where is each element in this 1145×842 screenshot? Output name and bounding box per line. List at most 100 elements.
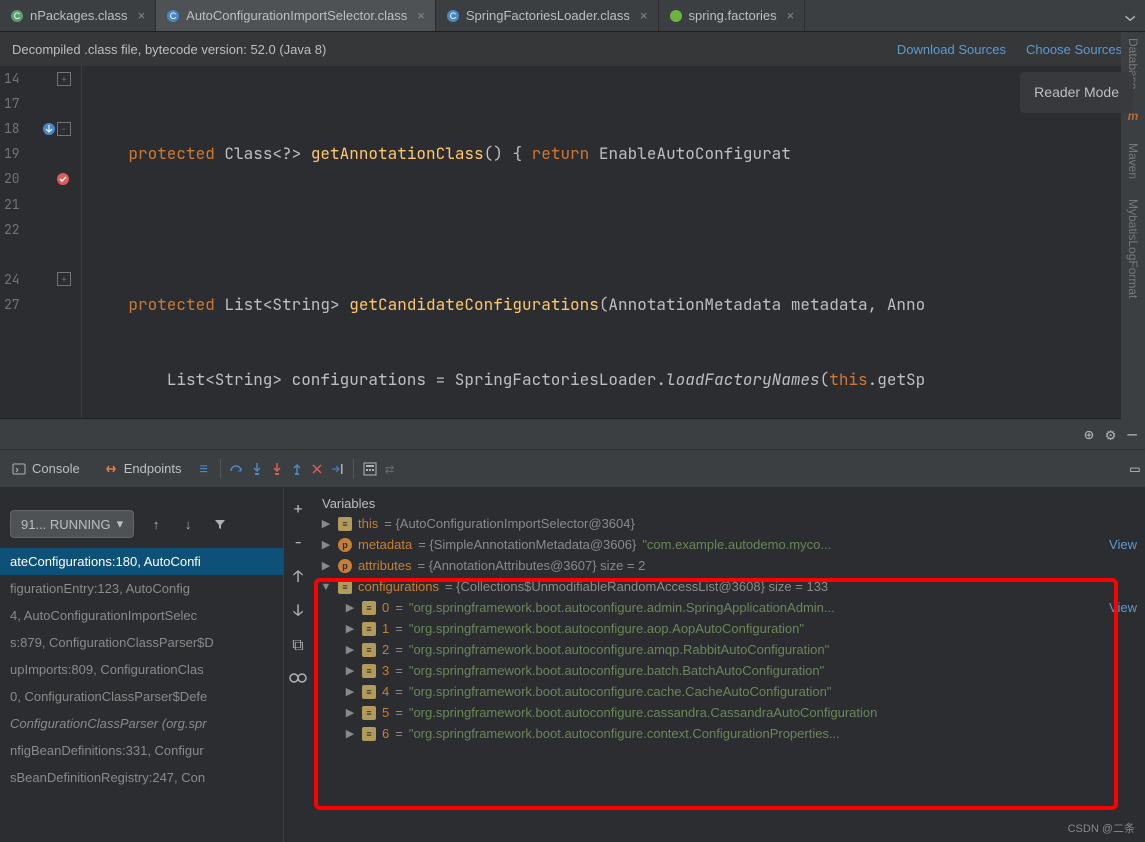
drop-frame-icon[interactable]	[307, 459, 327, 479]
evaluate-icon[interactable]	[360, 459, 380, 479]
var-name: this	[358, 516, 378, 531]
frame-row[interactable]: 4, AutoConfigurationImportSelec	[0, 602, 283, 629]
tab-label: spring.factories	[689, 8, 777, 23]
frame-row[interactable]: nfigBeanDefinitions:331, Configur	[0, 737, 283, 764]
trace-icon[interactable]: ⇄	[380, 459, 400, 479]
tab-factories-file[interactable]: spring.factories ×	[659, 0, 806, 31]
choose-sources-link[interactable]: Choose Sources...	[1026, 42, 1133, 57]
run-to-cursor-icon[interactable]	[327, 459, 347, 479]
close-icon[interactable]: ×	[417, 8, 425, 23]
tab-label: Endpoints	[124, 461, 182, 476]
expand-icon[interactable]: ▶	[344, 622, 356, 635]
object-icon: ≡	[362, 643, 376, 657]
var-name: metadata	[358, 537, 412, 552]
debug-window-actions: ⊕ ⚙ —	[0, 418, 1145, 450]
expand-icon[interactable]: ▶	[344, 727, 356, 740]
frame-prev-icon[interactable]: ↑	[146, 514, 166, 534]
tab-label: Console	[32, 461, 80, 476]
thread-selector[interactable]: 91... RUNNING ▾	[10, 510, 134, 538]
object-icon: ≡	[338, 517, 352, 531]
var-name: attributes	[358, 558, 411, 573]
variables-panel: + − ↑ ↓ ⧉ Variables ▶ ≡ this = {AutoConfig…	[284, 488, 1145, 842]
expand-icon[interactable]: ▶	[344, 685, 356, 698]
expand-icon[interactable]: ▶	[344, 706, 356, 719]
threads-icon[interactable]: ≡	[194, 459, 214, 479]
expand-icon[interactable]: ▶	[344, 643, 356, 656]
target-icon[interactable]: ⊕	[1084, 424, 1094, 445]
frame-row[interactable]: ateConfigurations:180, AutoConfi	[0, 548, 283, 575]
var-value: = {Collections$UnmodifiableRandomAccessL…	[445, 579, 828, 594]
collapse-icon[interactable]: ▼	[320, 581, 332, 593]
debug-panel: 91... RUNNING ▾ ↑ ↓ ateConfigurations:18…	[0, 488, 1145, 842]
editor-tabs: C nPackages.class × C AutoConfigurationI…	[0, 0, 1145, 32]
console-tab[interactable]: Console	[0, 450, 92, 487]
view-link[interactable]: View	[1109, 600, 1137, 615]
close-icon[interactable]: ×	[138, 8, 146, 23]
expand-icon[interactable]: ▶	[344, 664, 356, 677]
down-icon[interactable]: ↓	[288, 600, 308, 620]
var-value: = {SimpleAnnotationMetadata@3606}	[418, 537, 636, 552]
expand-icon[interactable]: ▶	[344, 601, 356, 614]
layout-icon[interactable]: ▭	[1125, 459, 1145, 479]
filter-icon[interactable]	[210, 514, 230, 534]
frame-row[interactable]: sBeanDefinitionRegistry:247, Con	[0, 764, 283, 791]
override-icon[interactable]	[41, 121, 57, 137]
frames-list[interactable]: ateConfigurations:180, AutoConfi figurat…	[0, 548, 283, 842]
remove-watch-icon[interactable]: −	[288, 532, 308, 552]
tab-label: AutoConfigurationImportSelector.class	[186, 8, 407, 23]
tab-label: nPackages.class	[30, 8, 128, 23]
frame-row[interactable]: 0, ConfigurationClassParser$Defe	[0, 683, 283, 710]
expand-icon[interactable]: ▶	[320, 517, 332, 530]
fold-icon[interactable]: +	[57, 272, 71, 286]
frame-next-icon[interactable]: ↓	[178, 514, 198, 534]
up-icon[interactable]: ↑	[288, 566, 308, 586]
breakpoint-icon[interactable]	[55, 171, 71, 187]
download-sources-link[interactable]: Download Sources	[897, 42, 1006, 57]
step-over-icon[interactable]	[227, 459, 247, 479]
glasses-icon[interactable]	[288, 668, 308, 688]
frame-row[interactable]: s:879, ConfigurationClassParser$D	[0, 629, 283, 656]
tab-packages[interactable]: C nPackages.class ×	[0, 0, 156, 31]
variables-title: Variables	[316, 494, 1141, 513]
add-watch-icon[interactable]: +	[288, 498, 308, 518]
tab-autoconfig[interactable]: C AutoConfigurationImportSelector.class …	[156, 0, 436, 31]
svg-text:C: C	[170, 11, 177, 21]
step-into-icon[interactable]	[247, 459, 267, 479]
expand-icon[interactable]: ▶	[320, 559, 332, 572]
line-num: 24	[0, 271, 57, 288]
tabs-dropdown-icon[interactable]: ⌄	[1115, 5, 1145, 26]
class-icon: C	[166, 9, 180, 23]
expand-icon[interactable]: ▶	[320, 538, 332, 551]
param-icon: p	[338, 538, 352, 552]
close-icon[interactable]: ×	[640, 8, 648, 23]
frame-row[interactable]: figurationEntry:123, AutoConfig	[0, 575, 283, 602]
var-value: = {AutoConfigurationImportSelector@3604}	[384, 516, 635, 531]
minimize-icon[interactable]: —	[1127, 424, 1137, 445]
view-link[interactable]: View	[1109, 537, 1137, 552]
code-area[interactable]: Reader Mode protected Class<?> getAnnota…	[82, 66, 1145, 418]
line-num: 21	[0, 196, 71, 213]
fold-icon[interactable]: −	[57, 122, 71, 136]
gear-icon[interactable]: ⚙	[1106, 424, 1116, 445]
variables-content[interactable]: Variables ▶ ≡ this = {AutoConfigurationImp…	[312, 488, 1145, 842]
copy-icon[interactable]: ⧉	[288, 634, 308, 654]
frame-row[interactable]: ConfigurationClassParser (org.spr	[0, 710, 283, 737]
param-icon: p	[338, 559, 352, 573]
reader-mode-button[interactable]: Reader Mode	[1020, 72, 1133, 113]
var-string: "com.example.autodemo.myco...	[642, 537, 831, 552]
endpoints-tab[interactable]: Endpoints	[92, 450, 194, 487]
object-icon: ≡	[362, 706, 376, 720]
class-icon: C	[446, 9, 460, 23]
var-value: = {AnnotationAttributes@3607} size = 2	[417, 558, 645, 573]
step-out-icon[interactable]	[287, 459, 307, 479]
decompile-infobar: Decompiled .class file, bytecode version…	[0, 32, 1145, 66]
object-icon: ≡	[362, 622, 376, 636]
frame-row[interactable]: upImports:809, ConfigurationClas	[0, 656, 283, 683]
force-step-into-icon[interactable]	[267, 459, 287, 479]
thread-label: 91... RUNNING	[21, 517, 111, 532]
watermark: CSDN @二条	[1068, 820, 1135, 836]
object-icon: ≡	[362, 664, 376, 678]
close-icon[interactable]: ×	[787, 8, 795, 23]
tab-springfactories[interactable]: C SpringFactoriesLoader.class ×	[436, 0, 659, 31]
fold-icon[interactable]: +	[57, 72, 71, 86]
